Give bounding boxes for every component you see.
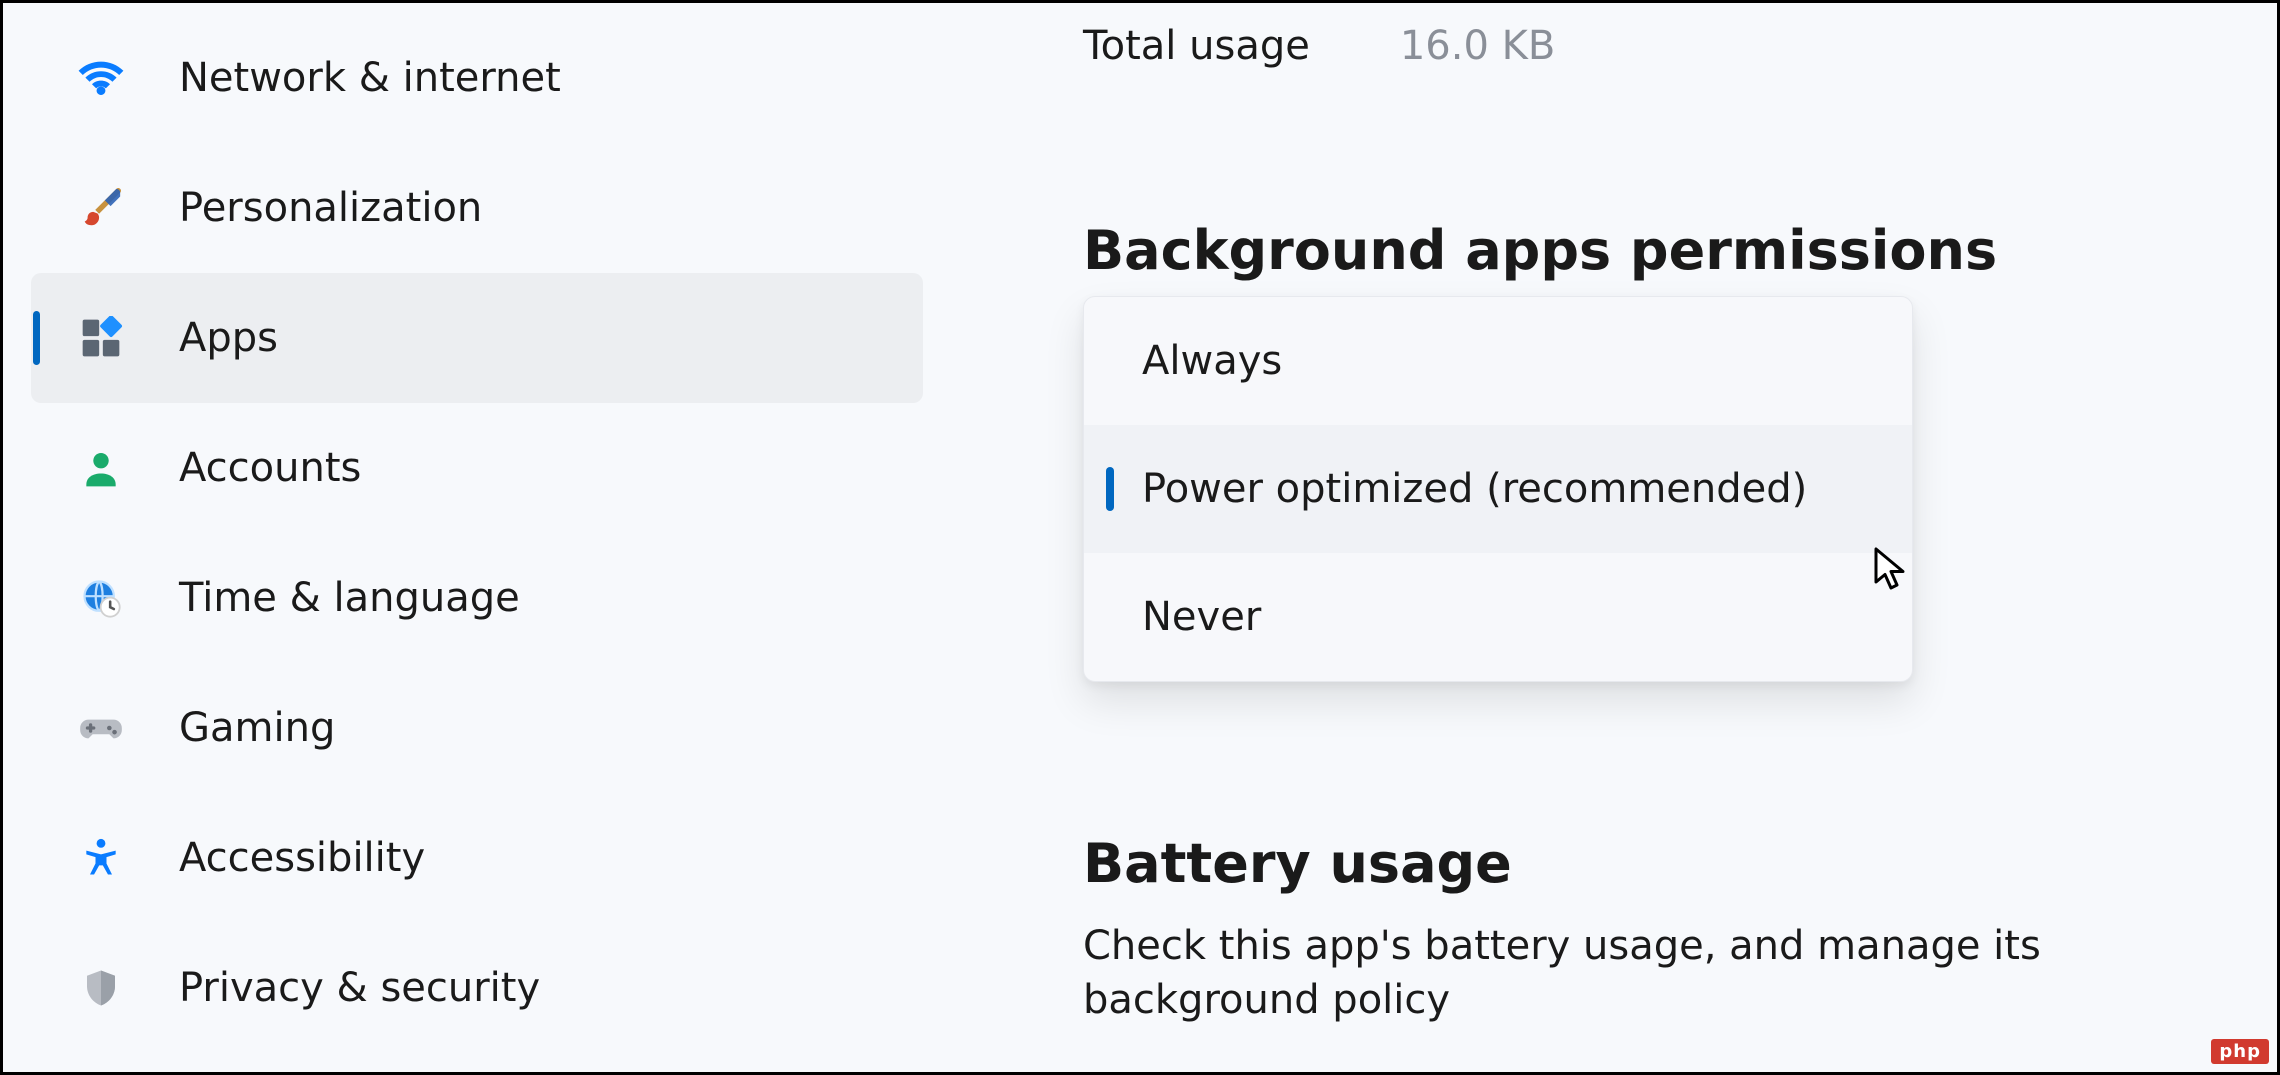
total-usage-row: Total usage 16.0 KB [1083,23,2277,69]
settings-sidebar: Network & internet Personalization [3,3,963,1072]
option-label: Power optimized (recommended) [1142,466,1807,512]
sidebar-item-label: Gaming [179,705,335,751]
gamepad-icon [71,698,131,758]
watermark-badge: php [2211,1039,2269,1064]
sidebar-item-network[interactable]: Network & internet [31,13,923,143]
sidebar-item-label: Network & internet [179,55,561,101]
sidebar-item-gaming[interactable]: Gaming [31,663,923,793]
sidebar-item-privacy[interactable]: Privacy & security [31,923,923,1053]
battery-usage-description: Check this app's battery usage, and mana… [1083,919,2277,1027]
sidebar-item-accessibility[interactable]: Accessibility [31,793,923,923]
sidebar-item-label: Time & language [179,575,520,621]
sidebar-item-apps[interactable]: Apps [31,273,923,403]
bg-permissions-dropdown[interactable]: Always Power optimized (recommended) Nev… [1083,296,1913,682]
sidebar-item-label: Privacy & security [179,965,540,1011]
bg-apps-permissions-heading: Background apps permissions [1083,219,2277,282]
shield-icon [71,958,131,1018]
option-power-optimized[interactable]: Power optimized (recommended) [1084,425,1912,553]
sidebar-item-accounts[interactable]: Accounts [31,403,923,533]
paintbrush-icon [71,178,131,238]
option-always[interactable]: Always [1084,297,1912,425]
wifi-icon [71,48,131,108]
battery-usage-heading: Battery usage [1083,832,2277,895]
person-icon [71,438,131,498]
accessibility-icon [71,828,131,888]
option-label: Never [1142,594,1261,640]
sidebar-item-label: Accessibility [179,835,425,881]
settings-content: Total usage 16.0 KB Background apps perm… [963,3,2277,1072]
option-never[interactable]: Never [1084,553,1912,681]
sidebar-item-label: Personalization [179,185,482,231]
settings-layout: Network & internet Personalization [3,3,2277,1072]
globe-clock-icon [71,568,131,628]
sidebar-item-time-language[interactable]: Time & language [31,533,923,663]
total-usage-label: Total usage [1083,23,1310,69]
sidebar-item-personalization[interactable]: Personalization [31,143,923,273]
total-usage-value: 16.0 KB [1400,23,1555,69]
option-label: Always [1142,338,1282,384]
apps-icon [71,308,131,368]
sidebar-item-label: Apps [179,315,278,361]
sidebar-item-label: Accounts [179,445,361,491]
